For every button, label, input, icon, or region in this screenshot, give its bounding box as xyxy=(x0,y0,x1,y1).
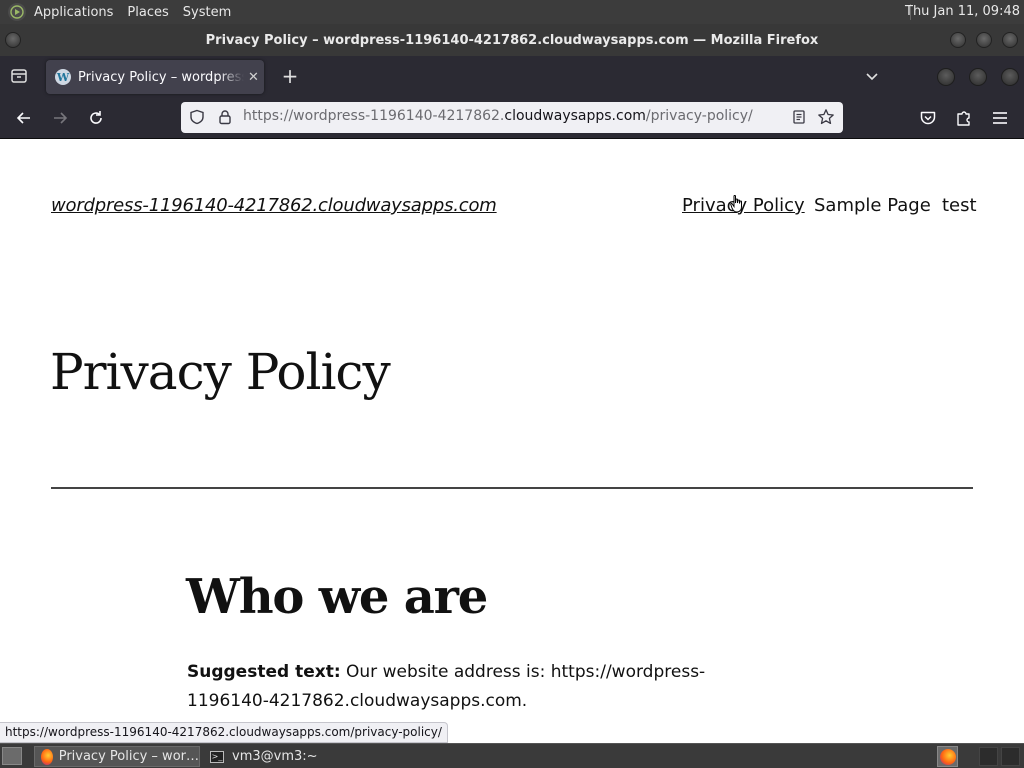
status-url-tooltip: https://wordpress-1196140-4217862.cloudw… xyxy=(0,722,448,743)
window-title: Privacy Policy – wordpress-1196140-42178… xyxy=(205,32,819,48)
show-desktop-icon[interactable] xyxy=(2,747,22,765)
reader-view-icon[interactable] xyxy=(791,109,807,125)
page-title: Privacy Policy xyxy=(50,343,391,401)
firefox-view-icon[interactable] xyxy=(10,68,30,86)
extensions-puzzle-icon[interactable] xyxy=(954,108,974,128)
tray-firefox-icon[interactable] xyxy=(937,746,958,767)
taskbar-terminal-window[interactable]: >_ vm3@vm3:~ xyxy=(202,746,362,767)
nav-test[interactable]: test xyxy=(942,195,977,216)
distro-logo-icon[interactable] xyxy=(8,3,26,21)
wordpress-favicon-icon: W xyxy=(55,69,71,85)
url-path: /privacy-policy/ xyxy=(645,108,753,124)
nav-toolbar: https://wordpress-1196140-4217862.cloudw… xyxy=(0,98,1024,139)
new-tab-button[interactable]: + xyxy=(280,65,300,87)
top-panel: Applications Places System Thu Jan 11, 0… xyxy=(0,0,1024,24)
section-paragraph: Suggested text: Our website address is: … xyxy=(187,658,707,716)
tab-close-icon[interactable]: ✕ xyxy=(248,70,259,85)
window-titlebar[interactable]: Privacy Policy – wordpress-1196140-42178… xyxy=(0,24,1024,56)
window-menu-icon[interactable] xyxy=(5,32,21,48)
url-prefix: https://wordpress-1196140-4217862. xyxy=(243,108,505,124)
bottom-taskbar: Privacy Policy – wor… >_ vm3@vm3:~ xyxy=(0,743,1024,768)
hand-cursor-icon xyxy=(730,195,742,213)
minimize-button[interactable] xyxy=(950,32,966,48)
url-host: cloudwaysapps.com xyxy=(504,108,646,124)
reload-button[interactable] xyxy=(86,108,106,128)
places-menu[interactable]: Places xyxy=(127,5,168,20)
tray-firefox-logo-icon xyxy=(939,748,956,765)
url-text[interactable]: https://wordpress-1196140-4217862.cloudw… xyxy=(243,108,753,124)
window-control-left-icon[interactable] xyxy=(937,68,955,86)
terminal-icon: >_ xyxy=(210,750,224,763)
list-all-tabs-chevron-icon[interactable] xyxy=(864,69,880,85)
hamburger-menu-icon[interactable] xyxy=(990,108,1010,128)
pocket-icon[interactable] xyxy=(918,108,938,128)
site-title-link[interactable]: wordpress-1196140-4217862.cloudwaysapps.… xyxy=(51,195,497,216)
back-button[interactable] xyxy=(14,108,34,128)
firefox-icon xyxy=(41,748,53,765)
suggested-text-label: Suggested text: xyxy=(187,662,341,682)
close-window-button[interactable] xyxy=(1002,32,1018,48)
window-control-right-icon[interactable] xyxy=(1001,68,1019,86)
taskbar-firefox-label: Privacy Policy – wor… xyxy=(58,749,199,764)
taskbar-firefox-window[interactable]: Privacy Policy – wor… xyxy=(34,746,200,767)
workspace-2[interactable] xyxy=(1001,747,1020,766)
tab-privacy-policy[interactable]: W Privacy Policy – wordpress-1196140-421… xyxy=(46,60,264,94)
bookmark-star-icon[interactable] xyxy=(817,108,835,126)
system-menu[interactable]: System xyxy=(183,5,231,20)
web-page: wordpress-1196140-4217862.cloudwaysapps.… xyxy=(0,139,1024,743)
forward-button[interactable] xyxy=(50,108,70,128)
window-control-middle-icon[interactable] xyxy=(969,68,987,86)
lock-icon[interactable] xyxy=(217,109,233,125)
maximize-button[interactable] xyxy=(976,32,992,48)
section-heading: Who we are xyxy=(186,569,488,625)
nav-sample-page[interactable]: Sample Page xyxy=(814,195,931,216)
tracking-protection-shield-icon[interactable] xyxy=(189,109,205,125)
tab-label: Privacy Policy – wordpress-1196140-42178… xyxy=(78,69,244,85)
taskbar-terminal-label: vm3@vm3:~ xyxy=(232,749,318,764)
workspace-1[interactable] xyxy=(979,747,998,766)
separator-rule xyxy=(51,487,973,489)
clock[interactable]: Thu Jan 11, 09:48 xyxy=(905,4,1020,19)
applications-menu[interactable]: Applications xyxy=(34,5,113,20)
url-bar[interactable]: https://wordpress-1196140-4217862.cloudw… xyxy=(181,102,843,133)
tab-strip: W Privacy Policy – wordpress-1196140-421… xyxy=(0,56,1024,98)
